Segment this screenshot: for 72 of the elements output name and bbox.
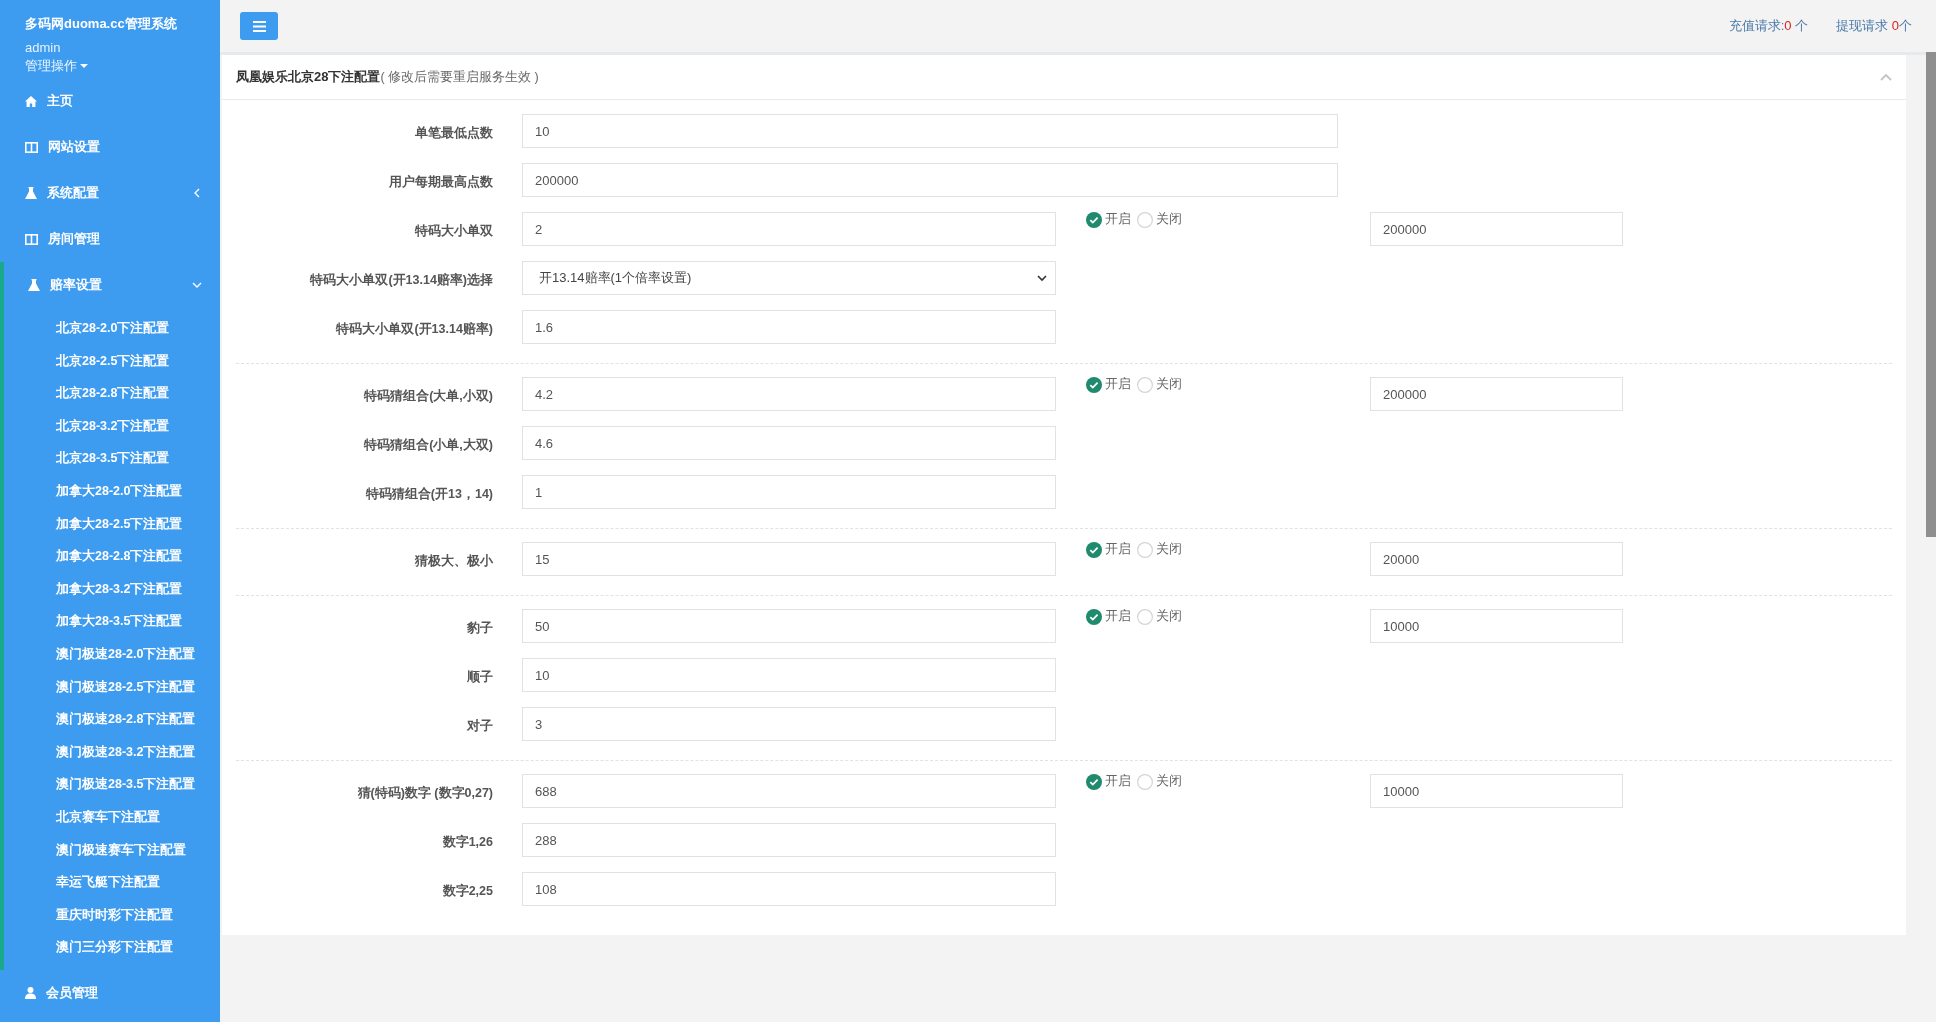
radio-option[interactable]: 关闭 <box>1137 211 1182 228</box>
input-field[interactable]: 50 <box>522 609 1056 643</box>
radio-icon[interactable] <box>1086 211 1102 228</box>
home-icon <box>25 95 37 107</box>
input-field[interactable]: 200000 <box>1370 212 1623 246</box>
chevron-down-icon <box>1037 274 1047 282</box>
input-field[interactable]: 1.6 <box>522 310 1056 344</box>
radio-icon[interactable] <box>1086 773 1102 790</box>
field-label: 猜极大、极小 <box>415 554 493 568</box>
request-link[interactable]: 充值请求:0 个 <box>1728 17 1809 35</box>
radio-option[interactable]: 关闭 <box>1137 541 1182 558</box>
menu-button[interactable] <box>240 12 278 40</box>
collapse-icon[interactable] <box>1880 73 1892 81</box>
user-icon <box>25 986 36 999</box>
columns-icon <box>25 141 38 153</box>
panel-title: 凤凰娱乐北京28下注配置( 修改后需要重启服务生效 ) <box>236 68 539 86</box>
field-label: 顺子 <box>467 670 493 684</box>
radio-icon[interactable] <box>1137 541 1153 558</box>
caret-icon <box>80 64 88 68</box>
field-label: 特码猜组合(大单,小双) <box>364 389 493 403</box>
field-label: 单笔最低点数 <box>415 126 493 140</box>
field-label: 特码猜组合(小单,大双) <box>364 438 493 452</box>
input-field[interactable]: 10000 <box>1370 609 1623 643</box>
field-label: 猜(特码)数字 (数字0,27) <box>357 786 493 800</box>
radio-option[interactable]: 关闭 <box>1137 773 1182 790</box>
field-label: 用户每期最高点数 <box>389 175 493 189</box>
field-label: 数字2,25 <box>442 884 493 898</box>
field-label: 特码大小单双(开13.14赔率) <box>336 322 493 336</box>
radio-option[interactable]: 关闭 <box>1137 608 1182 625</box>
radio-option[interactable]: 开启 <box>1086 773 1131 790</box>
radio-icon[interactable] <box>1137 211 1153 228</box>
field-label: 数字1,26 <box>442 835 493 849</box>
field-label: 特码大小单双 <box>415 224 493 238</box>
input-field[interactable]: 3 <box>522 707 1056 741</box>
input-field[interactable]: 108 <box>522 872 1056 906</box>
input-field[interactable]: 1 <box>522 475 1056 509</box>
field-label: 对子 <box>467 719 493 733</box>
scrollbar[interactable] <box>1926 52 1936 537</box>
radio-icon[interactable] <box>1137 773 1153 790</box>
input-field[interactable]: 10 <box>522 658 1056 692</box>
radio-icon[interactable] <box>1137 608 1153 625</box>
input-field[interactable]: 10 <box>522 114 1338 148</box>
input-field[interactable]: 4.6 <box>522 426 1056 460</box>
radio-option[interactable]: 开启 <box>1086 541 1131 558</box>
input-field[interactable]: 288 <box>522 823 1056 857</box>
radio-option[interactable]: 开启 <box>1086 608 1131 625</box>
menu-icon <box>252 20 266 32</box>
app-title: 多码网duoma.cc管理系统 <box>25 15 177 33</box>
request-link[interactable]: 提现请求 0个 <box>1836 17 1912 35</box>
flask-icon <box>28 279 40 291</box>
input-field[interactable]: 20000 <box>1370 542 1623 576</box>
username: admin <box>25 40 61 55</box>
field-label: 豹子 <box>467 621 493 635</box>
field-label: 特码大小单双(开13.14赔率)选择 <box>310 273 493 287</box>
radio-option[interactable]: 开启 <box>1086 376 1131 393</box>
input-field[interactable]: 15 <box>522 542 1056 576</box>
input-field[interactable]: 688 <box>522 774 1056 808</box>
input-field[interactable]: 4.2 <box>522 377 1056 411</box>
radio-option[interactable]: 开启 <box>1086 211 1131 228</box>
radio-icon[interactable] <box>1086 608 1102 625</box>
input-field[interactable]: 200000 <box>1370 377 1623 411</box>
flask-icon <box>25 187 37 199</box>
input-field[interactable]: 2 <box>522 212 1056 246</box>
radio-icon[interactable] <box>1137 376 1153 393</box>
radio-option[interactable]: 关闭 <box>1137 376 1182 393</box>
columns-icon <box>25 233 38 245</box>
input-field[interactable]: 10000 <box>1370 774 1623 808</box>
input-field[interactable]: 200000 <box>522 163 1338 197</box>
radio-icon[interactable] <box>1086 376 1102 393</box>
select-field[interactable]: 开13.14赔率(1个倍率设置) <box>522 261 1056 295</box>
field-label: 特码猜组合(开13，14) <box>365 487 493 501</box>
radio-icon[interactable] <box>1086 541 1102 558</box>
